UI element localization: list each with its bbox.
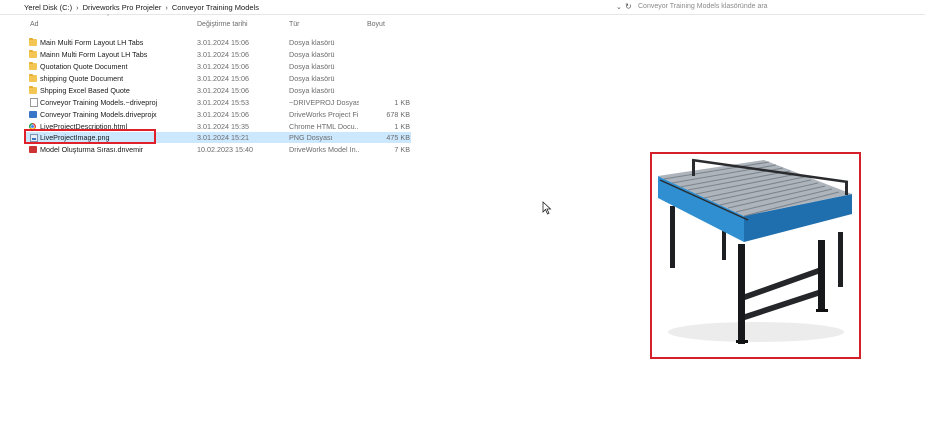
search-input[interactable]: Conveyor Training Models klasöründe ara xyxy=(638,3,768,10)
file-date: 3.01.2024 15:53 xyxy=(197,98,249,107)
list-item[interactable]: Conveyor Training Models.driveprojx 3.01… xyxy=(24,109,411,120)
file-date: 3.01.2024 15:06 xyxy=(197,86,249,95)
file-date: 3.01.2024 15:06 xyxy=(197,110,249,119)
list-item[interactable]: Conveyor Training Models.~driveproj 3.01… xyxy=(24,97,411,108)
file-date: 3.01.2024 15:06 xyxy=(197,38,249,47)
roller-conveyor-image xyxy=(658,158,852,344)
file-name: Model Oluşturma Sırası.dnvemir xyxy=(40,145,144,154)
column-header-date[interactable]: Değiştirme tarihi xyxy=(197,21,248,28)
column-header-size[interactable]: Boyut xyxy=(367,21,385,28)
sort-ascending-icon: ⌃ xyxy=(106,14,111,20)
file-name: Shpping Excel Based Quote xyxy=(40,86,130,95)
list-item[interactable]: Shpping Excel Based Quote 3.01.2024 15:0… xyxy=(24,85,411,96)
file-type: DriveWorks Model In... xyxy=(289,145,359,154)
selection-highlight-box xyxy=(24,129,156,144)
file-icon xyxy=(30,98,38,107)
list-item[interactable]: shipping Quote Document 3.01.2024 15:06 … xyxy=(24,73,411,84)
file-size: 1 KB xyxy=(394,122,410,131)
file-type: PNG Dosyası xyxy=(289,133,333,142)
file-date: 3.01.2024 15:35 xyxy=(197,122,249,131)
file-name: Mainn Multi Form Layout LH Tabs xyxy=(40,50,148,59)
file-name: Quotation Quote Document xyxy=(40,62,128,71)
column-header-type[interactable]: Tür xyxy=(289,21,300,28)
list-item[interactable]: Model Oluşturma Sırası.dnvemir 10.02.202… xyxy=(24,144,411,155)
breadcrumb-item-local-disk[interactable]: Yerel Disk (C:) xyxy=(24,3,72,12)
file-type: Chrome HTML Docu... xyxy=(289,122,359,131)
breadcrumb: Yerel Disk (C:) › Driveworks Pro Projeler ›… xyxy=(24,3,259,12)
file-date: 3.01.2024 15:06 xyxy=(197,62,249,71)
file-size: 7 KB xyxy=(394,145,410,154)
driveworks-project-icon xyxy=(29,111,37,118)
file-type: Dosya klasörü xyxy=(289,86,335,95)
file-name: Main Multi Form Layout LH Tabs xyxy=(40,38,144,47)
image-preview-pane xyxy=(650,152,861,359)
column-header-name[interactable]: Ad xyxy=(30,21,39,28)
breadcrumb-separator: › xyxy=(76,3,79,12)
file-size: 475 KB xyxy=(386,133,410,142)
list-item[interactable]: Mainn Multi Form Layout LH Tabs 3.01.202… xyxy=(24,49,411,60)
breadcrumb-separator: › xyxy=(165,3,168,12)
file-date: 3.01.2024 15:06 xyxy=(197,50,249,59)
file-name: shipping Quote Document xyxy=(40,74,124,83)
file-type: Dosya klasörü xyxy=(289,50,335,59)
toolbar-divider xyxy=(0,14,925,15)
file-type: Dosya klasörü xyxy=(289,62,335,71)
file-type: Dosya klasörü xyxy=(289,74,335,83)
file-date: 10.02.2023 15:40 xyxy=(197,145,253,154)
address-bar: Yerel Disk (C:) › Driveworks Pro Projeler ›… xyxy=(0,0,925,15)
folder-icon xyxy=(29,62,37,70)
file-type: DriveWorks Project Fi... xyxy=(289,110,359,119)
mouse-cursor-icon xyxy=(542,201,552,215)
folder-icon xyxy=(29,86,37,94)
refresh-icon[interactable]: ↻ xyxy=(625,2,632,11)
chevron-down-icon[interactable]: ⌄ xyxy=(616,3,622,11)
file-date: 3.01.2024 15:06 xyxy=(197,74,249,83)
list-item[interactable]: Quotation Quote Document 3.01.2024 15:06… xyxy=(24,61,411,72)
driveworks-model-icon xyxy=(29,146,37,153)
breadcrumb-item-conveyor-training-models[interactable]: Conveyor Training Models xyxy=(172,3,259,12)
folder-icon xyxy=(29,50,37,58)
file-type: Dosya klasörü xyxy=(289,38,335,47)
file-date: 3.01.2024 15:21 xyxy=(197,133,249,142)
file-size: 678 KB xyxy=(386,110,410,119)
file-name: Conveyor Training Models.~driveproj xyxy=(40,98,158,107)
folder-icon xyxy=(29,74,37,82)
file-type: ~DRIVEPROJ Dosyası xyxy=(289,98,359,107)
list-item[interactable]: Main Multi Form Layout LH Tabs 3.01.2024… xyxy=(24,37,411,48)
file-name: Conveyor Training Models.driveprojx xyxy=(40,110,157,119)
breadcrumb-item-driveworks-projects[interactable]: Driveworks Pro Projeler xyxy=(83,3,162,12)
folder-icon xyxy=(29,38,37,46)
file-size: 1 KB xyxy=(394,98,410,107)
